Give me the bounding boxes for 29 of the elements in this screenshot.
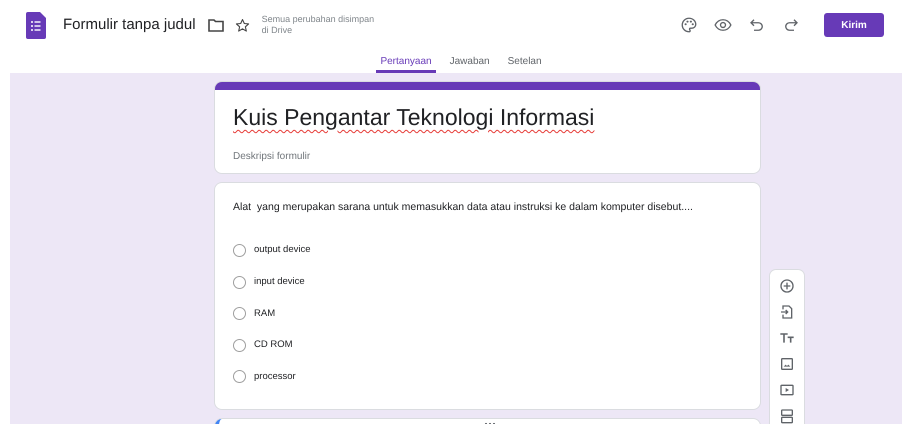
folder-icon[interactable]: [208, 18, 224, 32]
palette-icon[interactable]: [680, 16, 698, 34]
radio-button[interactable]: [233, 276, 246, 289]
add-circle-icon[interactable]: [779, 278, 795, 294]
radio-button[interactable]: [233, 370, 246, 384]
preview-eye-icon[interactable]: [714, 16, 732, 34]
section-icon[interactable]: [779, 408, 795, 424]
radio-button[interactable]: [233, 307, 246, 320]
form-title[interactable]: Kuis Pengantar Teknologi Informasi: [233, 100, 742, 134]
option-label[interactable]: output device: [254, 243, 311, 258]
description-field[interactable]: Deskripsi formulir: [233, 148, 742, 164]
import-icon[interactable]: [779, 304, 795, 320]
image-icon[interactable]: [779, 356, 795, 372]
radio-button[interactable]: [233, 244, 246, 258]
send-button[interactable]: Kirim: [824, 13, 884, 37]
tab[interactable]: Jawaban: [446, 50, 494, 73]
save-status-text: Semua perubahan disimpan: [262, 14, 374, 25]
option-label[interactable]: processor: [254, 370, 296, 384]
radio-button[interactable]: [233, 338, 246, 352]
tab[interactable]: Setelan: [504, 50, 546, 73]
option-label[interactable]: RAM: [254, 306, 276, 321]
video-icon[interactable]: [779, 382, 795, 398]
option-label[interactable]: input device: [254, 275, 305, 290]
forms-logo-icon[interactable]: [26, 12, 46, 38]
option-label[interactable]: CD ROM: [254, 338, 293, 352]
save-status-text: di Drive: [262, 25, 294, 36]
star-icon[interactable]: [234, 18, 250, 32]
question-text[interactable]: Alat yang merupakan sarana untuk memasukkan data atau instruksi ke dalam komputer disebut....: [233, 200, 742, 216]
form-name[interactable]: Formulir tanpa judul: [63, 14, 196, 36]
